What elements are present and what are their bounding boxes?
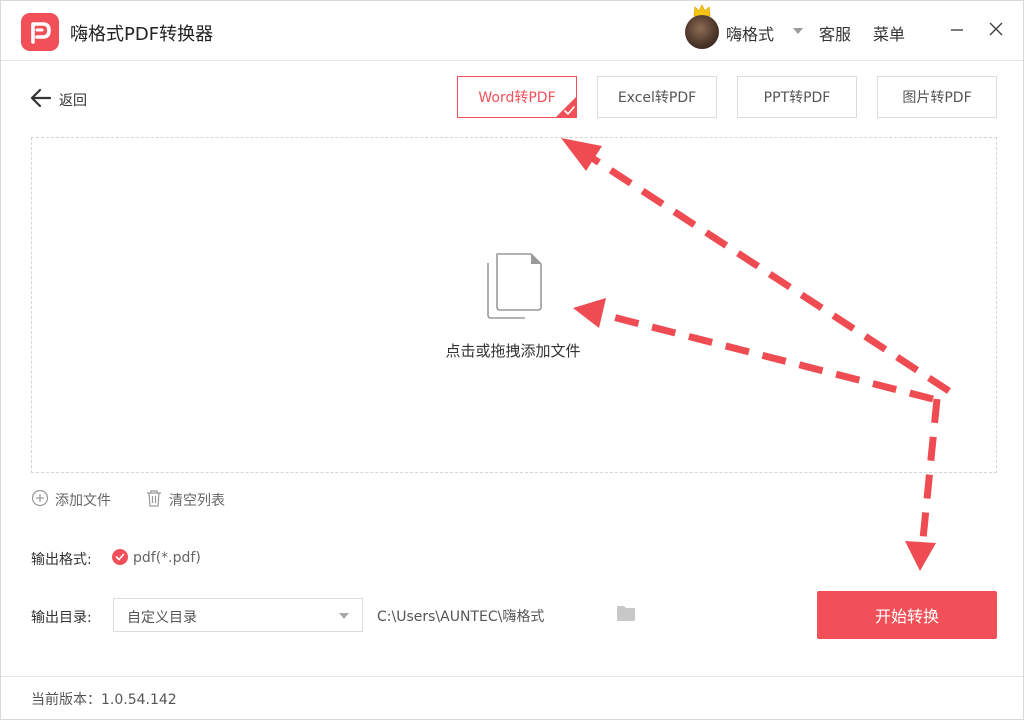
output-dir-path: C:\Users\AUNTEC\嗨格式 [377, 609, 545, 625]
minimize-icon[interactable] [947, 19, 967, 39]
tab-label: Word转PDF [478, 90, 556, 106]
selected-check-icon [555, 96, 577, 118]
user-menu-caret-icon[interactable] [792, 27, 804, 35]
add-circle-icon [31, 489, 49, 507]
tab-ppt-to-pdf[interactable]: PPT转PDF [737, 76, 857, 118]
arrowhead-start [905, 541, 936, 571]
app-title: 嗨格式PDF转换器 [70, 24, 214, 45]
trash-icon [147, 490, 161, 507]
tab-excel-to-pdf[interactable]: Excel转PDF [597, 76, 717, 118]
tab-label: 图片转PDF [902, 90, 972, 106]
clear-list-label: 清空列表 [169, 493, 225, 509]
support-link[interactable]: 客服 [819, 21, 851, 45]
menu-link[interactable]: 菜单 [873, 21, 905, 45]
output-format-label: 输出格式: [31, 552, 92, 568]
document-icon [487, 253, 542, 319]
add-file-label: 添加文件 [55, 493, 111, 509]
close-icon[interactable] [986, 19, 1006, 39]
back-button[interactable]: 返回 [59, 90, 87, 110]
app-window: 嗨格式PDF转换器 嗨格式 客服 菜单 返回 Word转PDF Excel转PD… [0, 0, 1024, 720]
output-format-value: pdf(*.pdf) [133, 550, 201, 566]
folder-icon[interactable] [616, 605, 636, 622]
drop-zone-prompt: 点击或拖拽添加文件 [445, 342, 581, 360]
tab-label: Excel转PDF [617, 90, 697, 106]
user-name[interactable]: 嗨格式 [726, 21, 774, 45]
back-arrow-icon[interactable] [30, 87, 52, 109]
start-convert-button[interactable]: 开始转换 [817, 591, 997, 639]
chevron-down-icon [339, 613, 349, 619]
user-avatar[interactable] [685, 15, 719, 49]
output-dir-select[interactable]: 自定义目录 [113, 598, 363, 632]
tab-image-to-pdf[interactable]: 图片转PDF [877, 76, 997, 118]
checked-circle-icon[interactable] [112, 549, 128, 565]
tab-label: PPT转PDF [763, 90, 831, 106]
output-dir-selected: 自定义目录 [127, 610, 197, 626]
app-logo-icon [21, 13, 59, 51]
tab-word-to-pdf[interactable]: Word转PDF [457, 76, 577, 118]
version-text: 当前版本：1.0.54.142 [31, 692, 177, 708]
output-dir-label: 输出目录: [31, 610, 92, 626]
